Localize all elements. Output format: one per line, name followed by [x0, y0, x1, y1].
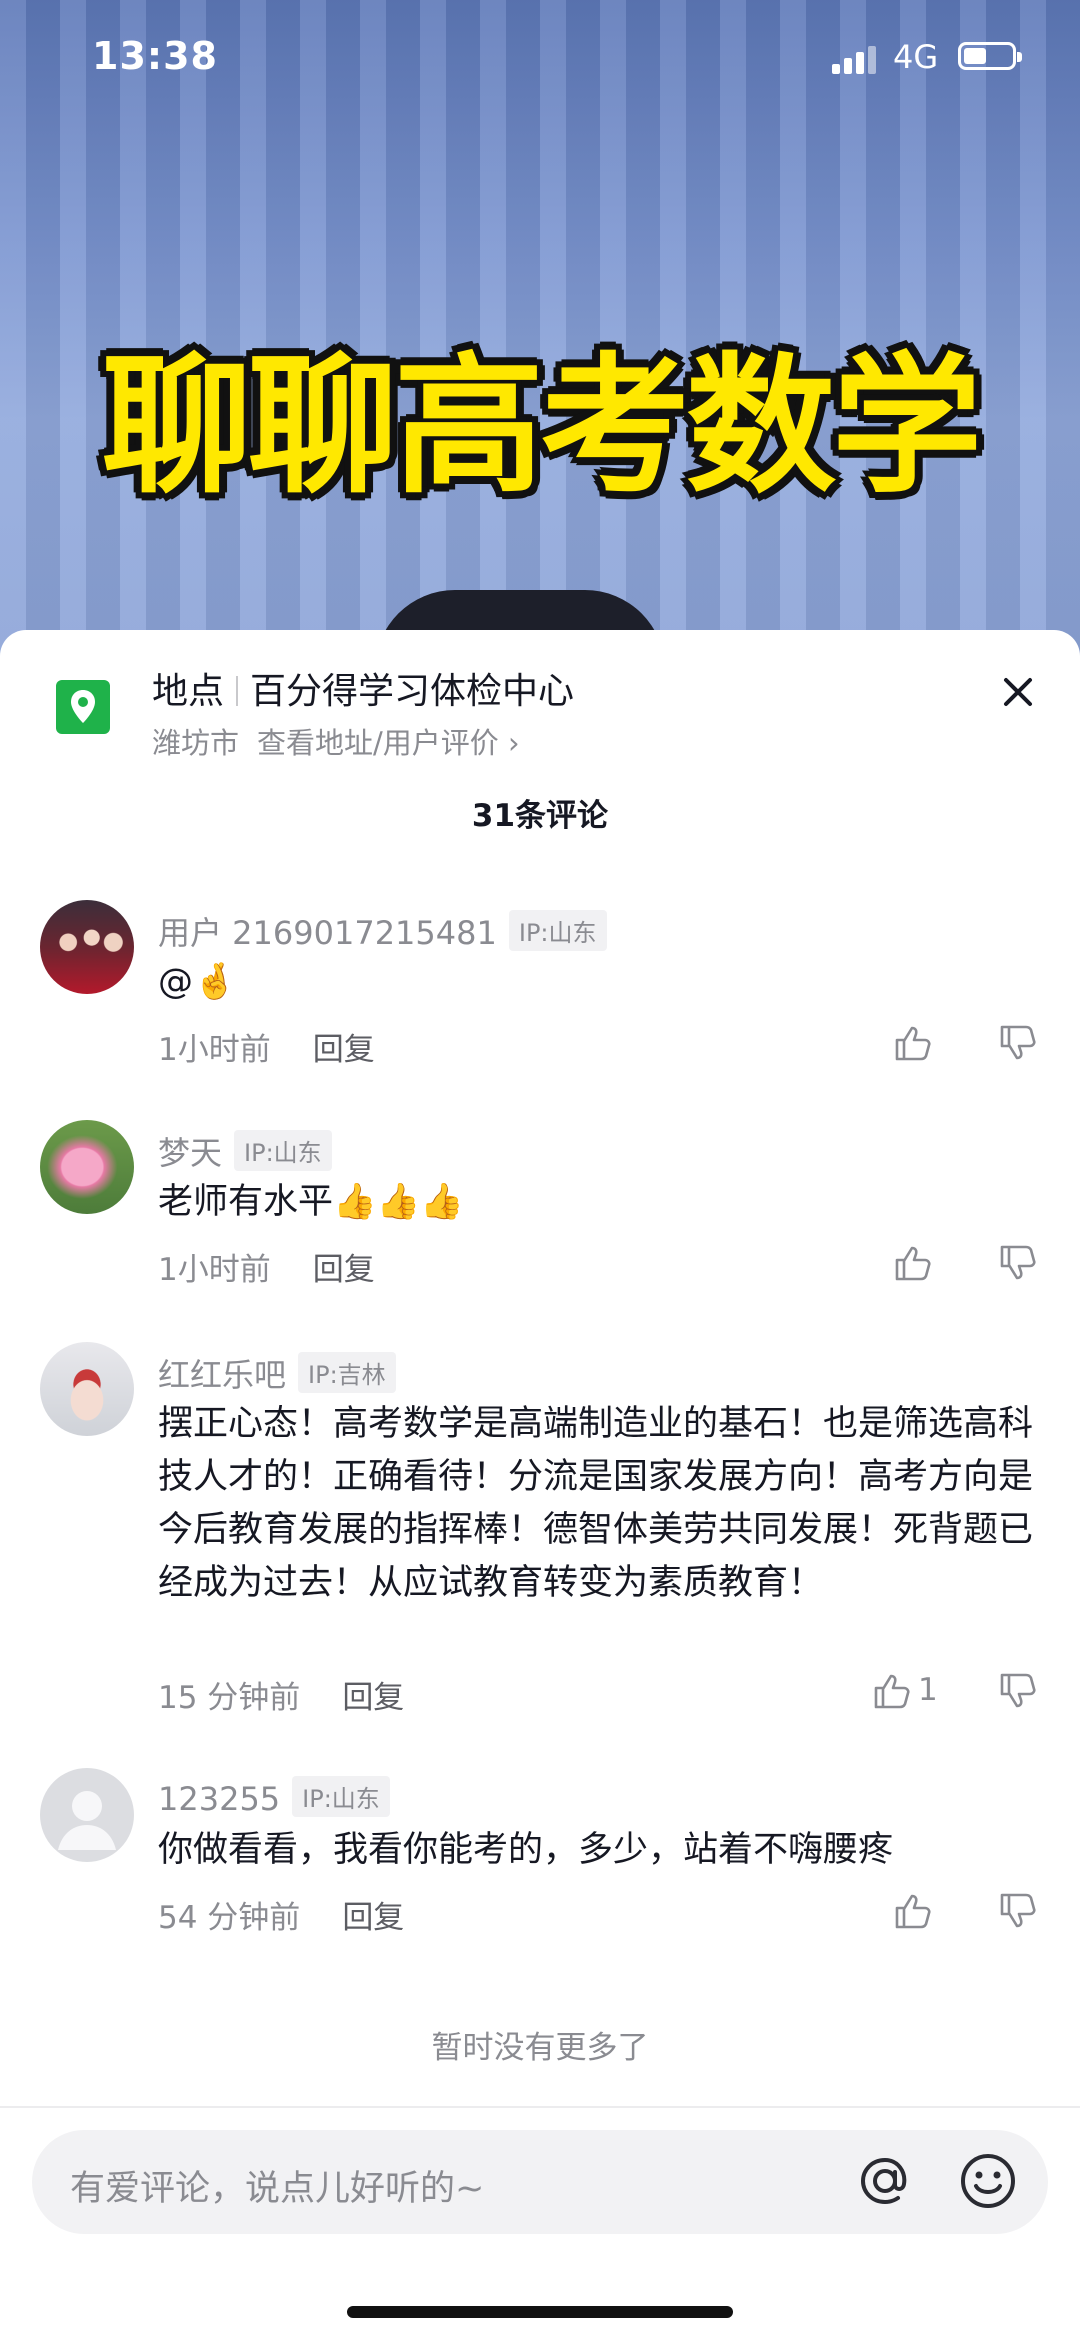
comment-time: 1小时前	[158, 1252, 271, 1288]
comment-input[interactable]: 有爱评论，说点儿好听的~	[32, 2130, 1048, 2234]
like-count: 1	[918, 1672, 938, 1708]
location-pin-icon[interactable]	[56, 680, 110, 734]
comment-text: 你做看看，我看你能考的，多少，站着不嗨腰疼	[158, 1830, 894, 1870]
close-icon[interactable]	[996, 670, 1040, 714]
reply-button[interactable]: 回复	[342, 1680, 404, 1716]
like-icon[interactable]	[872, 1672, 912, 1710]
location-label: 地点	[152, 671, 225, 712]
avatar[interactable]	[40, 900, 134, 994]
dislike-icon[interactable]	[998, 1244, 1038, 1282]
comment-text: 摆正心态！高考数学是高端制造业的基石！也是筛选高科技人才的！正确看待！分流是国家…	[158, 1404, 1034, 1603]
network-type: 4G	[893, 38, 939, 76]
comment-time: 54 分钟前	[158, 1900, 301, 1936]
video-title: 聊聊高考数学	[101, 340, 982, 514]
divider	[0, 2106, 1080, 2108]
dislike-icon[interactable]	[998, 1024, 1038, 1062]
comment-time: 1小时前	[158, 1032, 271, 1068]
comment-meta: 15 分钟前 回复	[158, 1672, 404, 1717]
avatar[interactable]	[40, 1342, 134, 1436]
reply-button[interactable]: 回复	[313, 1252, 375, 1288]
comment-username[interactable]: 红红乐吧 IP:吉林	[158, 1350, 396, 1396]
location-name: 百分得学习体检中心	[250, 671, 575, 712]
signal-icon	[832, 44, 876, 74]
avatar[interactable]	[40, 1768, 134, 1862]
reply-button[interactable]: 回复	[313, 1032, 375, 1068]
comment-time: 15 分钟前	[158, 1680, 301, 1716]
ip-badge: IP:山东	[234, 1130, 332, 1171]
home-indicator[interactable]	[347, 2306, 733, 2318]
avatar[interactable]	[40, 1120, 134, 1214]
ip-badge: IP:山东	[508, 910, 607, 951]
at-icon[interactable]	[854, 2150, 916, 2212]
location-title[interactable]: 地点 百分得学习体检中心	[152, 662, 574, 714]
comment-text: 老师有水平👍👍👍	[158, 1182, 464, 1222]
comment-sheet: 地点 百分得学习体检中心 潍坊市 查看地址/用户评价 › 31条评论 用户 2169…	[0, 630, 1080, 2336]
no-more-text: 暂时没有更多了	[431, 2030, 649, 2066]
location-city: 潍坊市	[152, 726, 240, 760]
comment-meta: 1小时前 回复	[158, 1024, 375, 1069]
comment-count: 31条评论	[471, 798, 609, 834]
dislike-icon[interactable]	[998, 1892, 1038, 1930]
dislike-icon[interactable]	[998, 1672, 1038, 1710]
comment-username[interactable]: 梦天 IP:山东	[158, 1128, 332, 1174]
ip-badge: IP:山东	[292, 1776, 390, 1817]
like-icon[interactable]	[893, 1024, 933, 1062]
location-subtitle[interactable]: 潍坊市 查看地址/用户评价 ›	[152, 720, 520, 762]
comment-username[interactable]: 123255 IP:山东	[158, 1776, 390, 1818]
like-icon[interactable]	[893, 1244, 933, 1282]
reply-button[interactable]: 回复	[342, 1900, 404, 1936]
ip-badge: IP:吉林	[298, 1352, 396, 1393]
comment-username[interactable]: 用户 2169017215481 IP:山东	[158, 908, 607, 954]
divider	[236, 676, 239, 706]
comment-meta: 54 分钟前 回复	[158, 1892, 404, 1937]
comment-meta: 1小时前 回复	[158, 1244, 375, 1289]
comment-input-placeholder: 有爱评论，说点儿好听的~	[70, 2169, 485, 2209]
status-bar: 13:38 4G	[0, 0, 1080, 120]
comment-text: @🤞	[158, 962, 237, 1002]
like-icon[interactable]	[893, 1892, 933, 1930]
location-link[interactable]: 查看地址/用户评价 ›	[257, 726, 520, 760]
status-time: 13:38	[92, 34, 218, 78]
emoji-icon[interactable]	[957, 2150, 1019, 2212]
battery-icon	[958, 42, 1022, 70]
